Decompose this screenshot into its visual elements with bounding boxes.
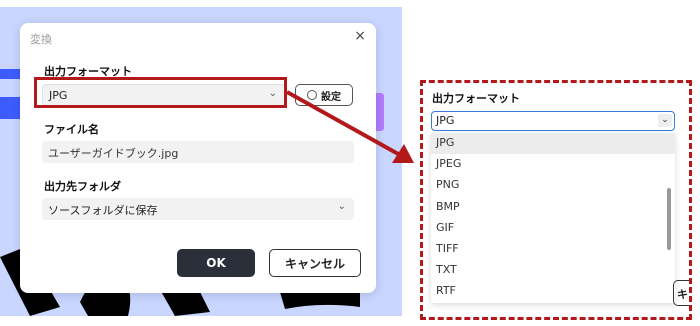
dropdown-option[interactable]: BMP — [431, 197, 675, 218]
zoom-format-select[interactable]: JPG ⌄ — [431, 111, 675, 131]
dropdown-scrollbar[interactable] — [667, 188, 671, 250]
dropdown-option[interactable]: TIFF — [431, 239, 675, 260]
dialog-title: 変換 — [30, 33, 52, 46]
dropdown-option[interactable]: JPG — [431, 133, 675, 155]
dropdown-option[interactable]: TXT — [431, 260, 675, 281]
zoom-panel: 出力フォーマット JPG ⌄ JPG JPEG PNG BMP GIF TIFF… — [420, 80, 692, 320]
chevron-down-icon: ⌄ — [658, 114, 672, 127]
cancel-button-partial: キ — [673, 280, 689, 306]
close-icon[interactable]: × — [354, 28, 366, 44]
chevron-down-icon: ⌄ — [337, 201, 346, 212]
convert-dialog: 変換 × 出力フォーマット JPG ⌄ 設定 ファイル名 ユーザーガイドブック.… — [20, 23, 376, 293]
output-folder-label: 出力先フォルダ — [44, 180, 121, 193]
ok-button[interactable]: OK — [177, 249, 255, 277]
cancel-button[interactable]: キャンセル — [269, 249, 361, 277]
filename-field[interactable]: ユーザーガイドブック.jpg — [42, 141, 354, 163]
dropdown-option[interactable]: JPEG — [431, 154, 675, 175]
dropdown-option[interactable]: GIF — [431, 218, 675, 239]
output-folder-select[interactable]: ソースフォルダに保存 ⌄ — [42, 198, 354, 220]
dropdown-option[interactable]: RTF — [431, 281, 675, 302]
gear-icon — [307, 90, 317, 100]
settings-button[interactable]: 設定 — [295, 84, 353, 106]
format-dropdown-list: JPG JPEG PNG BMP GIF TIFF TXT RTF — [431, 133, 675, 303]
settings-button-label: 設定 — [321, 91, 341, 103]
dropdown-option[interactable]: PNG — [431, 175, 675, 196]
output-folder-value: ソースフォルダに保存 — [48, 204, 158, 217]
highlight-box — [34, 77, 287, 108]
zoom-format-label: 出力フォーマット — [432, 92, 520, 105]
filename-label: ファイル名 — [44, 123, 99, 136]
zoom-format-value: JPG — [436, 114, 455, 127]
